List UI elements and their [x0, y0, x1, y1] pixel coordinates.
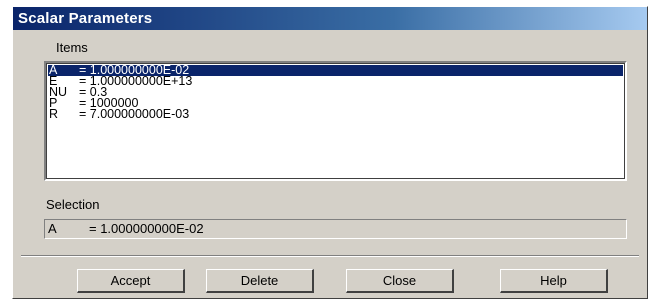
- close-button[interactable]: Close: [346, 269, 454, 293]
- selection-label: Selection: [46, 197, 100, 212]
- selection-value: = 1.000000000E-02: [89, 221, 204, 236]
- item-name: R: [49, 107, 59, 121]
- accept-button[interactable]: Accept: [77, 269, 185, 293]
- list-item[interactable]: E = 1.000000000E+13: [46, 75, 625, 88]
- help-button[interactable]: Help: [500, 269, 608, 293]
- selection-field[interactable]: A = 1.000000000E-02: [44, 219, 627, 239]
- separator: [21, 255, 639, 257]
- item-value: = 7.000000000E-03: [79, 107, 190, 121]
- delete-button[interactable]: Delete: [206, 269, 314, 293]
- items-listbox[interactable]: A = 1.000000000E-02 E = 1.000000000E+13 NU…: [44, 61, 627, 181]
- selection-name: A: [48, 221, 57, 236]
- dialog-title: Scalar Parameters: [18, 10, 153, 27]
- scalar-parameters-dialog: Scalar Parameters Items A = 1.000000000E-…: [12, 6, 648, 299]
- list-item[interactable]: R = 7.000000000E-03: [46, 107, 625, 121]
- items-label: Items: [56, 40, 88, 55]
- title-bar[interactable]: Scalar Parameters: [13, 7, 647, 30]
